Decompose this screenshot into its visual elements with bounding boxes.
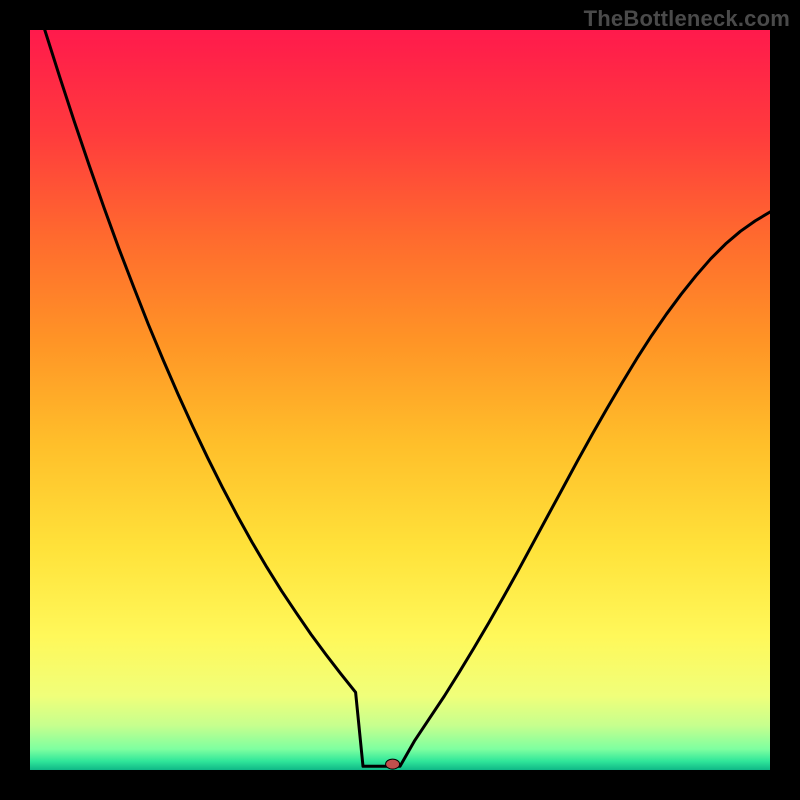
watermark-text: TheBottleneck.com: [584, 6, 790, 32]
plot-area: [30, 30, 770, 770]
plot-svg: [30, 30, 770, 770]
chart-frame: TheBottleneck.com: [0, 0, 800, 800]
optimum-marker: [386, 759, 400, 769]
gradient-background: [30, 30, 770, 770]
